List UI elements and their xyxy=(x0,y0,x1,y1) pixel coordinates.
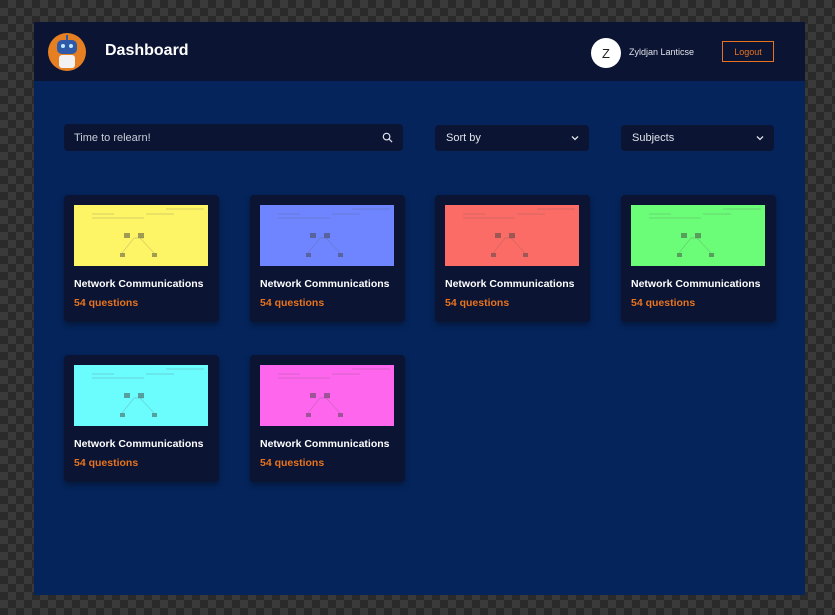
username-label: Zyldjan Lanticse xyxy=(629,47,695,57)
card-thumbnail xyxy=(260,365,394,426)
robot-logo-icon[interactable] xyxy=(48,33,86,71)
logout-button[interactable]: Logout xyxy=(722,41,774,62)
search-icon[interactable] xyxy=(382,132,393,143)
topology-diagram-image xyxy=(445,205,579,266)
app-window: Dashboard Z Zyldjan Lanticse Logout Sort… xyxy=(34,22,805,595)
topology-diagram-image xyxy=(74,205,208,266)
chevron-down-icon xyxy=(571,136,579,141)
topology-diagram-image xyxy=(260,365,394,426)
course-card[interactable]: Network Communications 54 questions xyxy=(64,195,219,322)
avatar[interactable]: Z xyxy=(591,38,621,68)
card-title: Network Communications xyxy=(260,278,390,290)
card-thumbnail xyxy=(74,365,208,426)
course-card[interactable]: Network Communications 54 questions xyxy=(64,355,219,482)
card-thumbnail xyxy=(74,205,208,266)
page-title: Dashboard xyxy=(105,42,189,59)
card-thumbnail xyxy=(445,205,579,266)
question-count: 54 questions xyxy=(445,297,510,309)
course-card[interactable]: Network Communications 54 questions xyxy=(621,195,776,322)
card-title: Network Communications xyxy=(74,278,204,290)
sort-by-label: Sort by xyxy=(446,132,481,144)
sort-by-dropdown[interactable]: Sort by xyxy=(435,125,589,151)
card-thumbnail xyxy=(631,205,765,266)
subjects-label: Subjects xyxy=(632,132,675,144)
card-title: Network Communications xyxy=(631,278,761,290)
card-thumbnail xyxy=(260,205,394,266)
topology-diagram-image xyxy=(631,205,765,266)
topology-diagram-image xyxy=(260,205,394,266)
course-card[interactable]: Network Communications 54 questions xyxy=(435,195,590,322)
question-count: 54 questions xyxy=(260,297,325,309)
question-count: 54 questions xyxy=(74,457,139,469)
question-count: 54 questions xyxy=(631,297,696,309)
course-card[interactable]: Network Communications 54 questions xyxy=(250,355,405,482)
card-title: Network Communications xyxy=(74,438,204,450)
chevron-down-icon xyxy=(756,136,764,141)
question-count: 54 questions xyxy=(74,297,139,309)
search-bar xyxy=(64,124,403,151)
card-title: Network Communications xyxy=(445,278,575,290)
topology-diagram-image xyxy=(74,365,208,426)
top-navbar: Dashboard Z Zyldjan Lanticse Logout xyxy=(34,22,805,81)
search-input[interactable] xyxy=(74,124,364,151)
card-title: Network Communications xyxy=(260,438,390,450)
question-count: 54 questions xyxy=(260,457,325,469)
course-card[interactable]: Network Communications 54 questions xyxy=(250,195,405,322)
subjects-dropdown[interactable]: Subjects xyxy=(621,125,774,151)
